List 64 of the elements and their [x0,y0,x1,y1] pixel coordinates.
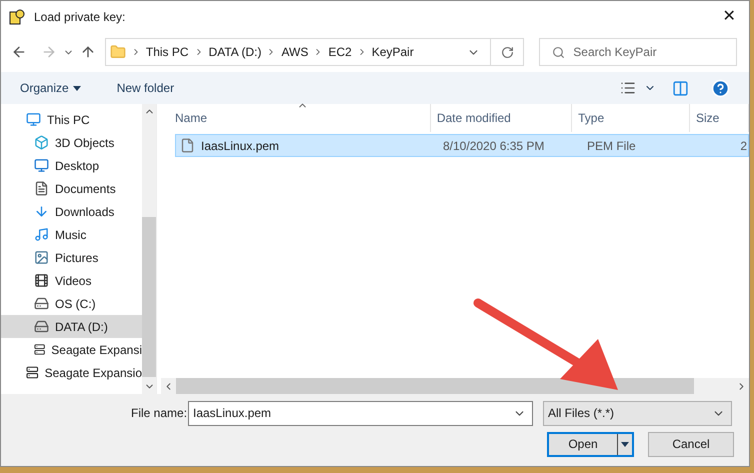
column-header[interactable]: Size [690,104,749,132]
horizontal-scrollbar[interactable] [161,378,749,394]
organize-button[interactable]: Organize [20,79,81,97]
search-placeholder: Search KeyPair [573,44,657,61]
sidebar-item[interactable]: Desktop [1,154,142,177]
column-header[interactable]: Date modified [430,104,572,132]
open-button[interactable]: Open [547,432,634,456]
breadcrumb-item[interactable]: KeyPair [372,43,414,61]
breadcrumb-item[interactable]: This PC [146,43,189,61]
sidebar-item[interactable]: Documents [1,177,142,200]
up-icon[interactable] [80,44,96,60]
document-icon [34,181,49,196]
window-title: Load private key: [34,8,126,26]
address-bar[interactable]: This PC DATA (D:) AWS EC2 KeyPair [104,38,524,66]
sidebar-item[interactable]: OS (C:) [1,292,142,315]
caret-icon [72,86,81,90]
file-row[interactable]: IaasLinux.pem 8/10/2020 6:35 PM PEM File 2 [175,134,749,157]
preview-pane-icon[interactable] [672,80,689,96]
view-options-icon[interactable] [620,80,636,96]
film-icon [34,273,49,288]
cancel-button[interactable]: Cancel [648,432,734,456]
desktop-icon [34,158,49,173]
music-note-icon [34,227,49,242]
sidebar-item[interactable]: Music [1,223,142,246]
sidebar-item[interactable]: Downloads [1,200,142,223]
new-folder-button[interactable]: New folder [116,79,174,97]
cube-icon [34,135,49,150]
size-cell-text: 2 [739,138,748,154]
sidebar-item[interactable]: 3D Objects [1,131,142,154]
sidebar-item[interactable]: Pictures [1,246,142,269]
close-button[interactable]: ✕ [717,4,741,28]
refresh-icon[interactable] [500,46,514,58]
search-field[interactable]: Search KeyPair [539,38,737,66]
file-name: IaasLinux.pem [201,138,280,154]
folder-icon [110,44,126,60]
caret-icon [621,442,629,446]
drive-icon [34,319,49,334]
scrollbar[interactable] [142,104,156,394]
sidebar-item[interactable]: DATA (D:) [1,315,142,338]
drive-icon [34,342,46,357]
download-icon [34,204,49,219]
picture-icon [34,250,49,265]
type-cell-text: PEM File [586,138,637,154]
help-icon[interactable] [711,78,730,98]
split-dropdown[interactable] [617,434,632,454]
sidebar-item[interactable]: Seagate Expansi [1,338,142,361]
back-icon[interactable] [11,44,27,60]
drive-icon [26,365,39,380]
drive-icon [34,296,49,311]
file-name-field[interactable]: IaasLinux.pem [188,400,533,426]
column-header[interactable]: Name [161,104,431,132]
pc-icon [26,112,41,127]
sidebar-item[interactable]: Videos [1,269,142,292]
breadcrumb-item[interactable]: EC2 [328,43,352,61]
file-icon [180,138,195,153]
sidebar-item[interactable]: Seagate Expansio [1,361,142,384]
sidebar-item[interactable]: This PC [1,108,142,131]
column-header[interactable]: Type [572,104,690,132]
breadcrumb-item[interactable]: DATA (D:) [208,43,262,61]
file-type-dropdown[interactable]: All Files (*.*) [543,400,732,426]
breadcrumb-item[interactable]: AWS [281,43,308,61]
date-cell-text: 8/10/2020 6:35 PM [442,138,546,154]
search-icon [552,46,566,58]
file-name-label: File name: [131,405,188,422]
